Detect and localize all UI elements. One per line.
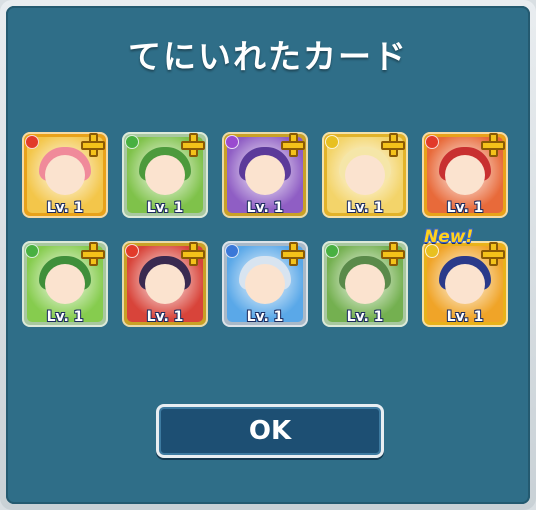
plus-icon	[280, 132, 306, 158]
card-level: Lv. 1	[46, 200, 84, 216]
card-level: Lv. 1	[146, 200, 184, 216]
card-slot[interactable]: Lv. 1	[222, 241, 308, 327]
character-face	[245, 264, 285, 304]
character-face	[145, 264, 185, 304]
element-orb-icon	[25, 244, 39, 258]
element-orb-icon	[225, 135, 239, 149]
element-orb-icon	[325, 244, 339, 258]
element-orb-icon	[125, 135, 139, 149]
card-slot[interactable]: Lv. 1	[22, 241, 108, 327]
element-orb-icon	[25, 135, 39, 149]
card-level: Lv. 1	[446, 200, 484, 216]
card-level: Lv. 1	[246, 309, 284, 325]
card-slot[interactable]: Lv. 1	[22, 132, 108, 218]
card-slot[interactable]: Lv. 1	[122, 241, 208, 327]
plus-icon	[380, 132, 406, 158]
card-slot[interactable]: Lv. 1	[122, 132, 208, 218]
card-slot[interactable]: Lv. 1	[422, 241, 508, 327]
character-face	[45, 155, 85, 195]
plus-icon	[480, 241, 506, 267]
character-face	[245, 155, 285, 195]
plus-icon	[380, 241, 406, 267]
element-orb-icon	[425, 135, 439, 149]
card-level: Lv. 1	[346, 200, 384, 216]
plus-icon	[180, 241, 206, 267]
plus-icon	[280, 241, 306, 267]
character-face	[345, 155, 385, 195]
plus-icon	[80, 132, 106, 158]
dialog-title: てにいれたカード	[128, 37, 408, 76]
plus-icon	[80, 241, 106, 267]
card-slot[interactable]: Lv. 1	[322, 241, 408, 327]
element-orb-icon	[225, 244, 239, 258]
card-slot[interactable]: Lv. 1	[422, 132, 508, 218]
card-level: Lv. 1	[146, 309, 184, 325]
character-face	[145, 155, 185, 195]
ok-button[interactable]: OK	[156, 404, 384, 458]
card-level: Lv. 1	[246, 200, 284, 216]
new-badge: New!	[424, 227, 474, 247]
plus-icon	[180, 132, 206, 158]
card-level: Lv. 1	[446, 309, 484, 325]
card-grid: Lv. 1 Lv. 1 Lv. 1 Lv. 1 Lv. 1 Lv. 1 Lv. 1 Lv. 1…	[22, 132, 514, 332]
card-slot[interactable]: Lv. 1	[322, 132, 408, 218]
character-face	[445, 155, 485, 195]
card-level: Lv. 1	[46, 309, 84, 325]
card-level: Lv. 1	[346, 309, 384, 325]
card-slot[interactable]: Lv. 1	[222, 132, 308, 218]
element-orb-icon	[125, 244, 139, 258]
character-face	[445, 264, 485, 304]
character-face	[345, 264, 385, 304]
element-orb-icon	[325, 135, 339, 149]
character-face	[45, 264, 85, 304]
plus-icon	[480, 132, 506, 158]
